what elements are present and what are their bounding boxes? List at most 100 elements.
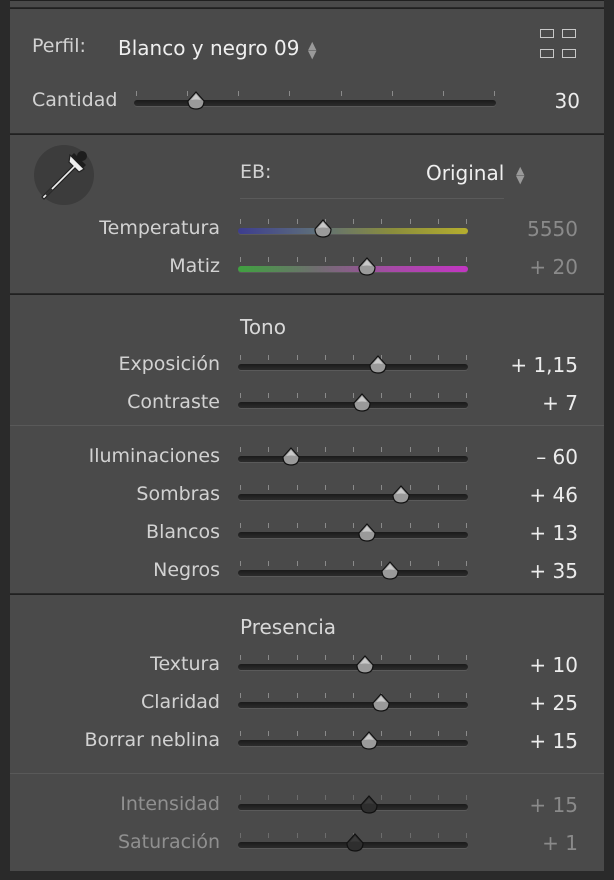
slider-tick [325,393,326,398]
slider-track [238,804,468,810]
eyedropper-icon[interactable] [34,145,94,205]
dehaze-value[interactable]: + 15 [529,729,578,753]
slider-tick [353,447,354,452]
group-divider [10,425,604,426]
slider-tick [381,655,382,660]
slider-thumb[interactable] [359,795,379,815]
slider-tick [410,833,411,838]
slider-thumb[interactable] [186,91,206,111]
blacks-value[interactable]: + 35 [529,559,578,583]
slider-tick [136,91,137,96]
slider-tick [381,795,382,800]
slider-track [238,494,468,500]
wb-label: EB: [240,161,272,183]
vibrance-value[interactable]: + 15 [529,793,578,817]
slider-thumb[interactable] [355,655,375,675]
slider-tick [410,219,411,224]
profile-dropdown[interactable]: Blanco y negro 09 [118,36,300,60]
texture-value[interactable]: + 10 [529,653,578,677]
highlights-slider[interactable] [238,443,468,471]
slider-thumb[interactable] [368,355,388,375]
amount-label: Cantidad [32,89,118,111]
slider-tick [392,91,393,96]
slider-tick [341,91,342,96]
tint-value[interactable]: + 20 [529,255,578,279]
slider-thumb[interactable] [380,561,400,581]
saturation-value[interactable]: + 1 [542,831,578,855]
slider-tick [438,731,439,736]
slider-tick [325,561,326,566]
grid-icon[interactable] [540,29,576,63]
slider-tick [381,257,382,262]
slider-tick [325,731,326,736]
slider-thumb[interactable] [352,393,372,413]
slider-tick [268,355,269,360]
temperature-value[interactable]: 5550 [527,217,578,241]
exposure-value[interactable]: + 1,15 [510,353,578,377]
slider-tick [466,795,467,800]
slider-tick [466,523,467,528]
contrast-slider[interactable] [238,389,468,417]
slider-tick [410,795,411,800]
white-balance-panel: EB: Original ▲ ▼ Temperatura 5550 Matiz +… [10,134,604,293]
updown-arrows-icon[interactable]: ▲ ▼ [308,40,316,60]
shadows-value[interactable]: + 46 [529,483,578,507]
slider-tick [297,655,298,660]
updown-arrows-icon[interactable]: ▲ ▼ [516,165,524,185]
slider-thumb[interactable] [313,219,333,239]
temperature-slider[interactable] [238,215,468,243]
slider-tick [438,561,439,566]
slider-thumb[interactable] [281,447,301,467]
slider-tick [466,485,467,490]
slider-thumb[interactable] [371,693,391,713]
slider-tick [410,523,411,528]
whites-value[interactable]: + 13 [529,521,578,545]
slider-tick [297,693,298,698]
slider-thumb[interactable] [359,731,379,751]
slider-tick [240,731,241,736]
slider-track [238,570,468,576]
top-panel-strip [10,0,604,7]
slider-thumb[interactable] [391,485,411,505]
slider-thumb[interactable] [345,833,365,853]
texture-slider[interactable] [238,651,468,679]
whites-slider[interactable] [238,519,468,547]
amount-slider[interactable] [134,87,496,115]
slider-tick [297,731,298,736]
exposure-slider[interactable] [238,351,468,379]
clarity-slider[interactable] [238,689,468,717]
slider-tick [297,257,298,262]
slider-tick [466,693,467,698]
blacks-slider[interactable] [238,557,468,585]
vibrance-slider[interactable] [238,791,468,819]
slider-tick [325,693,326,698]
amount-value[interactable]: 30 [555,89,580,113]
slider-label: Blancos [146,521,220,543]
tint-slider[interactable] [238,253,468,281]
highlights-value[interactable]: – 60 [536,445,578,469]
saturation-slider[interactable] [238,829,468,857]
slider-tick [268,257,269,262]
slider-tick [325,655,326,660]
dehaze-slider[interactable] [238,727,468,755]
clarity-value[interactable]: + 25 [529,691,578,715]
slider-thumb[interactable] [357,257,377,277]
shadows-slider[interactable] [238,481,468,509]
slider-label: Negros [153,559,220,581]
slider-track [238,456,468,462]
slider-label: Saturación [117,831,220,853]
slider-tick [240,523,241,528]
slider-tick [381,219,382,224]
slider-tick [438,795,439,800]
slider-tick [438,355,439,360]
slider-tick [353,693,354,698]
slider-tick [325,523,326,528]
wb-dropdown[interactable]: Original [426,161,504,185]
slider-tick [466,257,467,262]
slider-tick [240,655,241,660]
slider-thumb[interactable] [357,523,377,543]
slider-tick [410,447,411,452]
contrast-value[interactable]: + 7 [542,391,578,415]
slider-tick [240,219,241,224]
slider-tick [443,91,444,96]
